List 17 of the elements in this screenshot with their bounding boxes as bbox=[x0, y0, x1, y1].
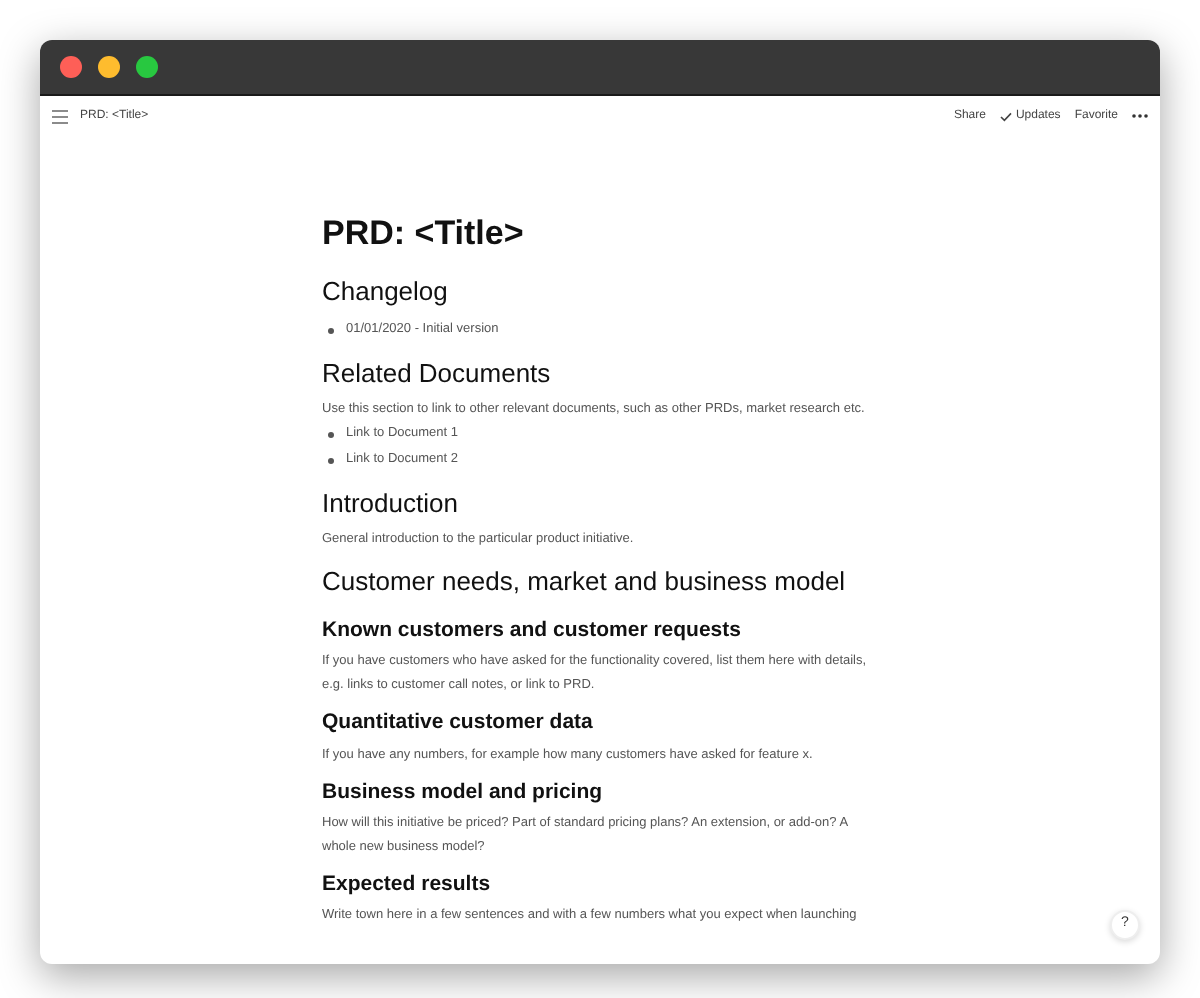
section-heading: Customer needs, market and business model bbox=[322, 566, 846, 599]
bullet-icon bbox=[328, 457, 334, 464]
bullet-icon bbox=[328, 327, 334, 333]
section-heading: Related Documents bbox=[322, 357, 551, 390]
maximize-window-button[interactable] bbox=[136, 56, 158, 78]
subsection-heading: Business model and pricing bbox=[322, 779, 603, 806]
section-heading: Changelog bbox=[322, 276, 448, 309]
close-window-button[interactable] bbox=[60, 56, 82, 78]
document-title: PRD: <Title> bbox=[322, 212, 524, 255]
subsection-heading: Quantitative customer data bbox=[322, 710, 593, 737]
subsection-heading: Known customers and customer requests bbox=[322, 618, 741, 645]
subsection-heading: Expected results bbox=[322, 871, 491, 898]
menu-icon[interactable] bbox=[52, 109, 68, 123]
bullet-icon bbox=[328, 431, 334, 438]
minimize-window-button[interactable] bbox=[98, 56, 120, 78]
section-heading: Introduction bbox=[322, 487, 458, 520]
check-icon bbox=[999, 111, 1012, 121]
